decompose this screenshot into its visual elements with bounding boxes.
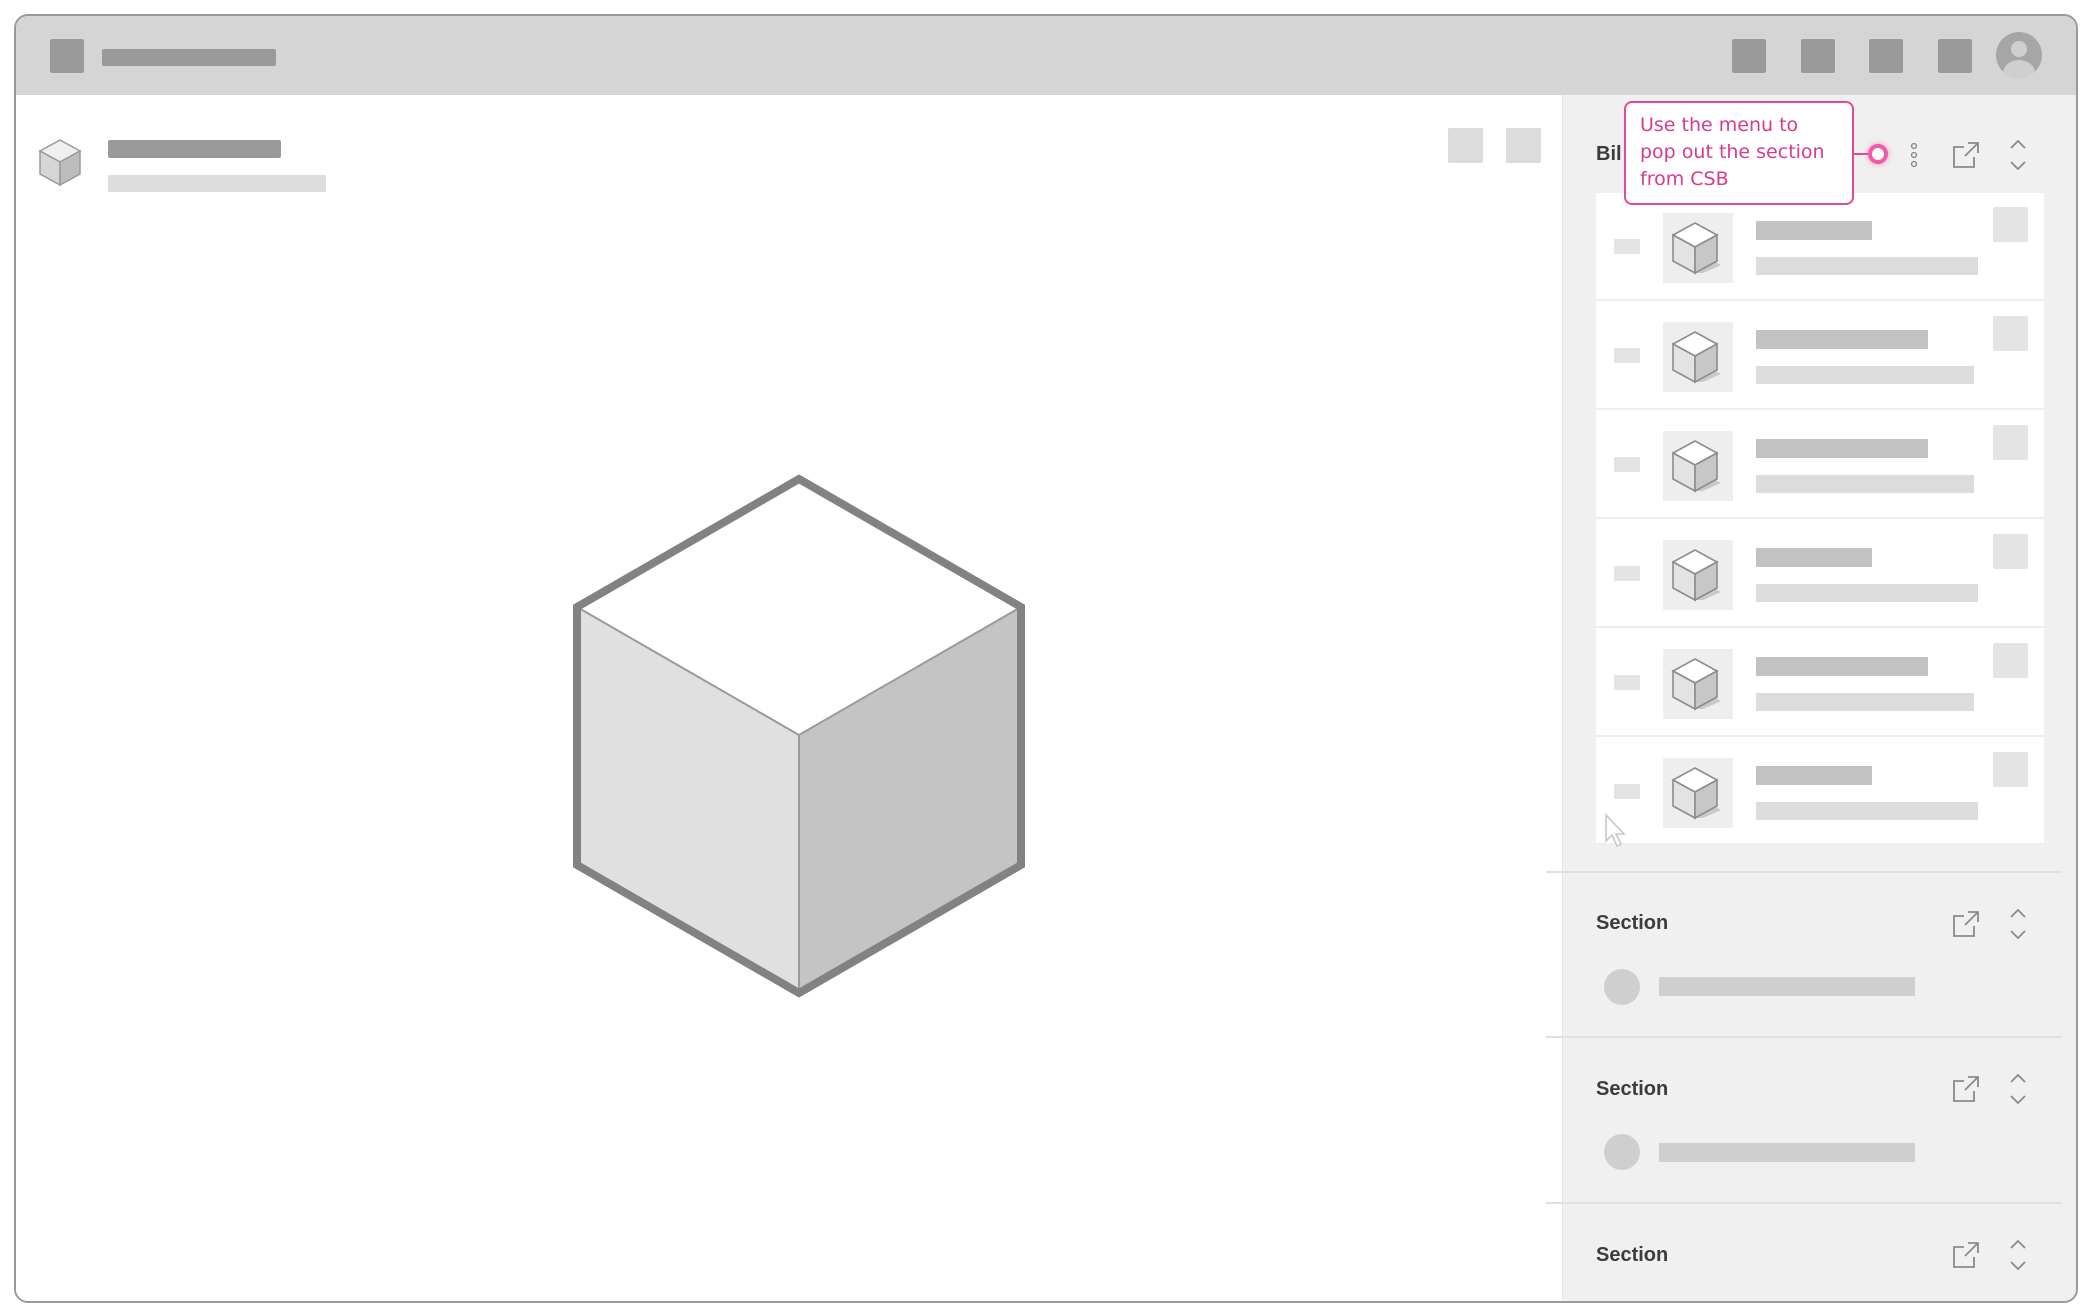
user-avatar-icon[interactable] (1996, 32, 2042, 78)
section-divider (1546, 871, 2062, 873)
toolbar-button-3[interactable] (1869, 39, 1903, 73)
section-title: Section (1596, 1078, 1669, 1100)
model-title-placeholder (108, 140, 281, 158)
pop-out-icon[interactable] (1950, 1239, 1982, 1271)
row-checkbox[interactable] (1614, 566, 1640, 581)
parts-list (1596, 193, 2044, 843)
section-item-placeholder (1659, 1143, 1915, 1162)
row-title-placeholder (1756, 439, 1928, 458)
model-viewer[interactable] (16, 95, 1562, 1301)
part-thumbnail (1663, 322, 1733, 392)
list-item[interactable] (1596, 738, 2044, 846)
row-checkbox[interactable] (1614, 675, 1640, 690)
list-item[interactable] (1596, 411, 2044, 519)
chevron-up-down-icon[interactable] (2006, 1237, 2030, 1273)
app-title-placeholder (102, 49, 276, 66)
cube-icon (1671, 222, 1721, 275)
part-thumbnail (1663, 213, 1733, 283)
section-title: Section (1596, 1244, 1669, 1266)
section-title: Section (1596, 912, 1669, 934)
top-bar (16, 16, 2076, 95)
cube-icon (1671, 440, 1721, 493)
pop-out-icon[interactable] (1950, 139, 1982, 171)
chevron-up-down-icon[interactable] (2006, 137, 2030, 173)
row-subtitle-placeholder (1756, 475, 1974, 493)
annotation-hotspot (1868, 144, 1888, 164)
row-title-placeholder (1756, 330, 1928, 349)
view-button-1[interactable] (1448, 128, 1483, 163)
row-action-button[interactable] (1993, 207, 2028, 242)
list-item[interactable] (1596, 520, 2044, 628)
cube-icon (1671, 331, 1721, 384)
row-checkbox[interactable] (1614, 239, 1640, 254)
section-item-placeholder (1659, 977, 1915, 996)
row-action-button[interactable] (1993, 316, 2028, 351)
row-action-button[interactable] (1993, 752, 2028, 787)
kebab-menu-icon[interactable] (1906, 140, 1922, 170)
pop-out-icon[interactable] (1950, 908, 1982, 940)
app-menu-button[interactable] (50, 39, 84, 73)
row-title-placeholder (1756, 657, 1928, 676)
row-action-button[interactable] (1993, 425, 2028, 460)
list-item[interactable] (1596, 629, 2044, 737)
list-item[interactable] (1596, 193, 2044, 301)
part-thumbnail (1663, 758, 1733, 828)
row-subtitle-placeholder (1756, 366, 1974, 384)
part-thumbnail (1663, 431, 1733, 501)
row-subtitle-placeholder (1756, 584, 1978, 602)
row-subtitle-placeholder (1756, 693, 1974, 711)
mouse-cursor-icon (1605, 813, 1626, 848)
chevron-up-down-icon[interactable] (2006, 906, 2030, 942)
toolbar-button-4[interactable] (1938, 39, 1972, 73)
toolbar-button-1[interactable] (1732, 39, 1766, 73)
annotation-tooltip: Use the menu to pop out the section from… (1624, 101, 1854, 205)
section-item-avatar (1604, 1134, 1640, 1170)
view-button-2[interactable] (1506, 128, 1541, 163)
cube-icon (1671, 549, 1721, 602)
chevron-up-down-icon[interactable] (2006, 1071, 2030, 1107)
section-item-avatar (1604, 969, 1640, 1005)
cube-icon (1671, 658, 1721, 711)
row-action-button[interactable] (1993, 534, 2028, 569)
row-action-button[interactable] (1993, 643, 2028, 678)
row-subtitle-placeholder (1756, 802, 1978, 820)
list-item[interactable] (1596, 302, 2044, 410)
row-checkbox[interactable] (1614, 784, 1640, 799)
row-checkbox[interactable] (1614, 457, 1640, 472)
part-thumbnail (1663, 540, 1733, 610)
model-subtitle-placeholder (108, 175, 326, 192)
toolbar-button-2[interactable] (1801, 39, 1835, 73)
cube-icon (38, 139, 82, 187)
row-checkbox[interactable] (1614, 348, 1640, 363)
section-divider (1546, 1036, 2062, 1038)
section-divider (1546, 1202, 2062, 1204)
part-thumbnail (1663, 649, 1733, 719)
pop-out-icon[interactable] (1950, 1073, 1982, 1105)
3d-cube-model[interactable] (556, 465, 1136, 1025)
row-title-placeholder (1756, 766, 1872, 785)
row-title-placeholder (1756, 221, 1872, 240)
row-subtitle-placeholder (1756, 257, 1978, 275)
row-title-placeholder (1756, 548, 1872, 567)
section-title-bill: Bil (1596, 143, 1622, 165)
cube-icon (1671, 767, 1721, 820)
